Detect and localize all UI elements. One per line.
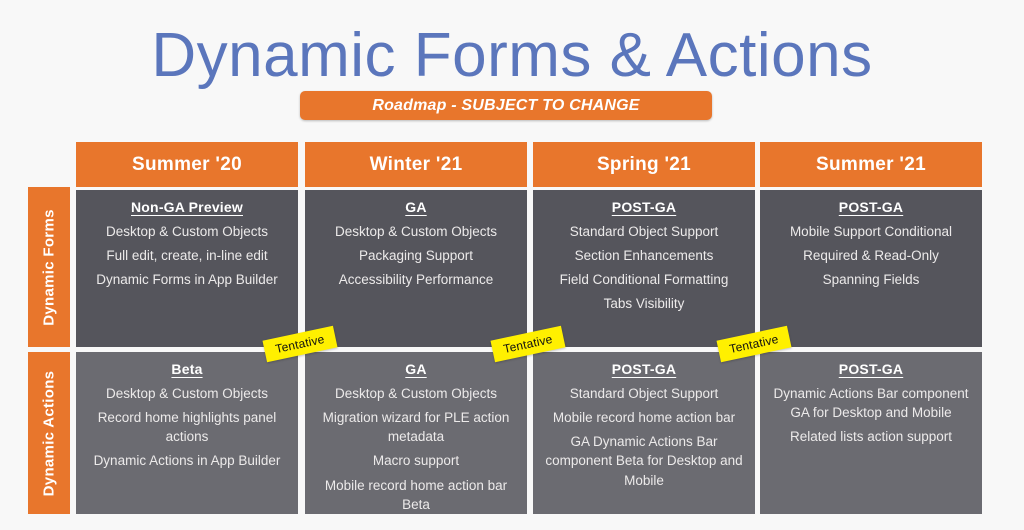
cell-status-label: POST-GA <box>838 199 904 215</box>
cell-actions-spring-21: POST-GA Standard Object Support Mobile r… <box>533 352 755 514</box>
list-item: Required & Read-Only <box>803 248 939 264</box>
list-item: Related lists action support <box>789 429 953 445</box>
roadmap-page: Dynamic Forms & Actions Roadmap - SUBJEC… <box>0 0 1024 530</box>
column-header-label: Spring '21 <box>596 153 692 175</box>
cell-actions-summer-20: Beta Desktop & Custom Objects Record hom… <box>76 352 298 514</box>
roadmap-column-summer-21: Summer '21 POST-GA Mobile Support Condit… <box>760 142 982 514</box>
cell-item-list: Mobile Support Conditional Required & Re… <box>768 222 974 289</box>
cell-status-label: Non-GA Preview <box>131 199 243 215</box>
column-header-summer-21: Summer '21 <box>760 142 982 187</box>
column-header-spring-21: Spring '21 <box>533 142 755 187</box>
row-label-column: Dynamic Forms Dynamic Actions <box>28 142 70 514</box>
column-header-label: Summer '21 <box>816 153 926 175</box>
list-item: Accessibility Performance <box>338 272 494 288</box>
list-item: Field Conditional Formatting <box>559 272 729 288</box>
column-header-label: Summer '20 <box>132 153 242 175</box>
cell-status-label: POST-GA <box>838 361 904 377</box>
list-item: Mobile Support Conditional <box>789 224 953 239</box>
roadmap-disclaimer-label: Roadmap - SUBJECT TO CHANGE <box>372 96 640 114</box>
list-item: Packaging Support <box>358 248 474 264</box>
roadmap-column-winter-21: Winter '21 GA Desktop & Custom Objects P… <box>305 142 527 514</box>
list-item: GA Dynamic Actions Bar component Beta fo… <box>545 434 743 488</box>
list-item: Mobile record home action bar <box>552 410 736 426</box>
list-item: Dynamic Forms in App Builder <box>96 272 278 288</box>
list-item: Desktop & Custom Objects <box>334 386 498 401</box>
roadmap-grid: Dynamic Forms Dynamic Actions Summer '20… <box>28 142 982 514</box>
cell-item-list: Standard Object Support Section Enhancem… <box>541 222 747 314</box>
roadmap-column-summer-20: Summer '20 Non-GA Preview Desktop & Cust… <box>76 142 298 514</box>
row-label-dynamic-actions-text: Dynamic Actions <box>40 370 58 496</box>
list-item: Dynamic Actions in App Builder <box>93 453 281 469</box>
cell-status-label: GA <box>405 361 427 377</box>
column-header-label: Winter '21 <box>369 153 463 175</box>
cell-item-list: Dynamic Actions Bar component GA for Des… <box>768 384 974 446</box>
list-item: Desktop & Custom Objects <box>105 386 269 401</box>
cell-status-label: POST-GA <box>611 199 677 215</box>
roadmap-column-spring-21: Spring '21 POST-GA Standard Object Suppo… <box>533 142 755 514</box>
list-item: Spanning Fields <box>822 272 920 288</box>
list-item: Record home highlights panel actions <box>97 410 277 445</box>
list-item: Mobile record home action bar Beta <box>324 477 508 512</box>
roadmap-disclaimer-banner: Roadmap - SUBJECT TO CHANGE <box>300 91 712 120</box>
list-item: Desktop & Custom Objects <box>105 224 269 239</box>
page-title: Dynamic Forms & Actions <box>151 21 873 90</box>
cell-status-label: Beta <box>171 361 203 377</box>
list-item: Standard Object Support <box>569 224 719 239</box>
cell-item-list: Desktop & Custom Objects Full edit, crea… <box>84 222 290 289</box>
cell-forms-spring-21: POST-GA Standard Object Support Section … <box>533 190 755 347</box>
cell-actions-winter-21: GA Desktop & Custom Objects Migration wi… <box>305 352 527 514</box>
roadmap-columns: Summer '20 Non-GA Preview Desktop & Cust… <box>76 142 982 514</box>
list-item: Migration wizard for PLE action metadata <box>322 410 510 445</box>
list-item: Macro support <box>372 453 460 469</box>
list-item: Desktop & Custom Objects <box>334 224 498 239</box>
row-label-dynamic-forms-text: Dynamic Forms <box>40 208 58 326</box>
list-item: Section Enhancements <box>574 248 714 264</box>
cell-item-list: Desktop & Custom Objects Packaging Suppo… <box>313 222 519 289</box>
list-item: Dynamic Actions Bar component GA for Des… <box>773 386 969 421</box>
list-item: Tabs Visibility <box>603 296 685 312</box>
cell-item-list: Desktop & Custom Objects Record home hig… <box>84 384 290 471</box>
list-item: Full edit, create, in-line edit <box>106 248 268 264</box>
list-item: Standard Object Support <box>569 386 719 401</box>
cell-status-label: POST-GA <box>611 361 677 377</box>
cell-forms-summer-21: POST-GA Mobile Support Conditional Requi… <box>760 190 982 347</box>
column-header-summer-20: Summer '20 <box>76 142 298 187</box>
cell-item-list: Standard Object Support Mobile record ho… <box>541 384 747 490</box>
cell-actions-summer-21: POST-GA Dynamic Actions Bar component GA… <box>760 352 982 514</box>
cell-forms-summer-20: Non-GA Preview Desktop & Custom Objects … <box>76 190 298 347</box>
cell-status-label: GA <box>405 199 427 215</box>
column-header-winter-21: Winter '21 <box>305 142 527 187</box>
cell-forms-winter-21: GA Desktop & Custom Objects Packaging Su… <box>305 190 527 347</box>
row-label-dynamic-forms: Dynamic Forms <box>28 187 70 347</box>
row-label-dynamic-actions: Dynamic Actions <box>28 352 70 514</box>
cell-item-list: Desktop & Custom Objects Migration wizar… <box>313 384 519 514</box>
